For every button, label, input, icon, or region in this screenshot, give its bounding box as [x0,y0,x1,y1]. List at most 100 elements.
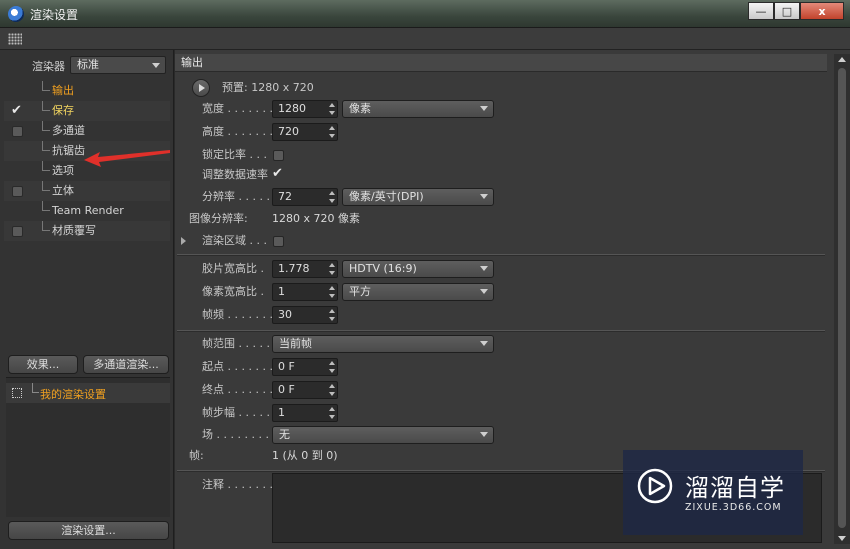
end-input[interactable]: 0 F [272,381,338,399]
end-value: 0 F [278,383,295,396]
start-row: 起点 . . . . . . . . . 0 F [175,357,815,377]
lock-ratio-row: 锁定比率 . . . [175,145,815,165]
tree-item-multipass[interactable]: 多通道 [4,121,170,141]
image-resolution-row: 图像分辨率: 1280 x 720 像素 [175,209,815,229]
frames-value: 1 (从 0 到 0) [272,449,338,462]
frame-rate-input[interactable]: 30 [272,306,338,324]
tree-connector [42,121,50,131]
play-icon[interactable] [192,79,210,97]
tree-item-label: 立体 [52,184,74,197]
window-title: 渲染设置 [30,8,79,22]
tree-item-label: 多通道 [52,124,85,137]
spinner-icon[interactable] [329,103,335,115]
preset-expand-icon[interactable] [12,388,22,398]
width-unit-value: 像素 [349,102,371,115]
left-panel: 渲染器 标准 输出 ✔ 保存 多通道 抗锯齿 选项 立体 Team Render… [0,50,174,549]
expand-arrow-icon[interactable] [181,237,186,245]
red-arrow-annotation-icon [84,150,170,167]
frame-rate-value: 30 [278,308,292,321]
film-aspect-label: 胶片宽高比 . [202,262,264,275]
title-bar: 渲染设置 — □ x [0,0,850,28]
maximize-button[interactable]: □ [774,2,800,20]
preset-item[interactable]: 我的渲染设置 [6,383,170,403]
divider [177,254,825,256]
scroll-thumb[interactable] [838,68,846,528]
tree-item-label: 抗锯齿 [52,144,85,157]
film-aspect-value: 1.778 [278,262,310,275]
width-input[interactable]: 1280 [272,100,338,118]
film-aspect-input[interactable]: 1.778 [272,260,338,278]
renderer-label: 渲染器 [32,60,65,73]
minimize-button[interactable]: — [748,2,774,20]
renderer-value: 标准 [77,58,99,71]
field-row: 场 . . . . . . . . . . . 无 [175,425,815,445]
spinner-icon[interactable] [329,309,335,321]
pixel-aspect-preset: 平方 [349,285,371,298]
resolution-unit-value: 像素/英寸(DPI) [349,190,424,203]
spinner-icon[interactable] [329,126,335,138]
tree-connector [32,383,39,393]
watermark: 溜溜自学 ZIXUE.3D66.COM [623,450,803,535]
spinner-icon[interactable] [329,191,335,203]
resolution-input[interactable]: 72 [272,188,338,206]
end-row: 终点 . . . . . . . . . 0 F [175,380,815,400]
spinner-icon[interactable] [329,286,335,298]
effects-button[interactable]: 效果... [8,355,78,374]
field-select[interactable]: 无 [272,426,494,444]
preset-list: 我的渲染设置 [6,377,170,517]
close-button[interactable]: x [800,2,844,20]
film-aspect-row: 胶片宽高比 . 1.778 HDTV (16:9) [175,259,815,279]
tree-item-team-render[interactable]: Team Render [4,201,170,221]
height-input[interactable]: 720 [272,123,338,141]
multipass-checkbox[interactable] [12,126,23,137]
pixel-aspect-input[interactable]: 1 [272,283,338,301]
render-region-checkbox[interactable] [273,236,284,247]
height-row: 高度 . . . . . . . . . 720 [175,122,815,142]
spinner-icon[interactable] [329,407,335,419]
tree-item-stereo[interactable]: 立体 [4,181,170,201]
resolution-unit-select[interactable]: 像素/英寸(DPI) [342,188,494,206]
checkmark-icon[interactable]: ✔ [272,164,283,184]
scroll-up-icon[interactable] [838,57,846,62]
grip-icon[interactable] [8,33,22,45]
toolbar [0,28,850,50]
height-value: 720 [278,125,299,138]
spinner-icon[interactable] [329,361,335,373]
vertical-scrollbar[interactable] [834,54,850,544]
lock-ratio-checkbox[interactable] [273,150,284,161]
multipass-render-button[interactable]: 多通道渲染... [83,355,169,374]
checkmark-icon[interactable]: ✔ [11,101,22,121]
tree-item-material-override[interactable]: 材质覆写 [4,221,170,241]
material-override-checkbox[interactable] [12,226,23,237]
tree-item-label: 材质覆写 [52,224,96,237]
stereo-checkbox[interactable] [12,186,23,197]
width-unit-select[interactable]: 像素 [342,100,494,118]
renderer-select[interactable]: 标准 [70,56,166,74]
preset-text: 预置: 1280 x 720 [222,81,314,94]
start-input[interactable]: 0 F [272,358,338,376]
tree-connector [42,101,50,111]
tree-connector [42,221,50,231]
film-aspect-select[interactable]: HDTV (16:9) [342,260,494,278]
frame-range-select[interactable]: 当前帧 [272,335,494,353]
render-settings-button[interactable]: 渲染设置... [8,521,169,540]
window-controls: — □ x [748,2,844,20]
lock-ratio-label: 锁定比率 . . . [202,148,267,161]
spinner-icon[interactable] [329,384,335,396]
film-aspect-preset: HDTV (16:9) [349,262,417,275]
image-resolution-label: 图像分辨率: [189,212,248,225]
tree-item-output[interactable]: 输出 [4,81,170,101]
frame-step-label: 帧步幅 . . . . . . [202,406,277,419]
pixel-aspect-select[interactable]: 平方 [342,283,494,301]
tree-item-save[interactable]: ✔ 保存 [4,101,170,121]
adjust-data-rate-row: 调整数据速率 ✔ [175,165,815,185]
spinner-icon[interactable] [329,263,335,275]
frame-range-row: 帧范围 . . . . . . 当前帧 [175,334,815,354]
section-header: 输出 [175,54,827,72]
render-region-label: 渲染区域 . . . [202,234,267,247]
frame-step-input[interactable]: 1 [272,404,338,422]
scroll-down-icon[interactable] [838,536,846,541]
width-value: 1280 [278,102,306,115]
frame-step-row: 帧步幅 . . . . . . 1 [175,403,815,423]
tree-item-label: Team Render [52,204,124,217]
